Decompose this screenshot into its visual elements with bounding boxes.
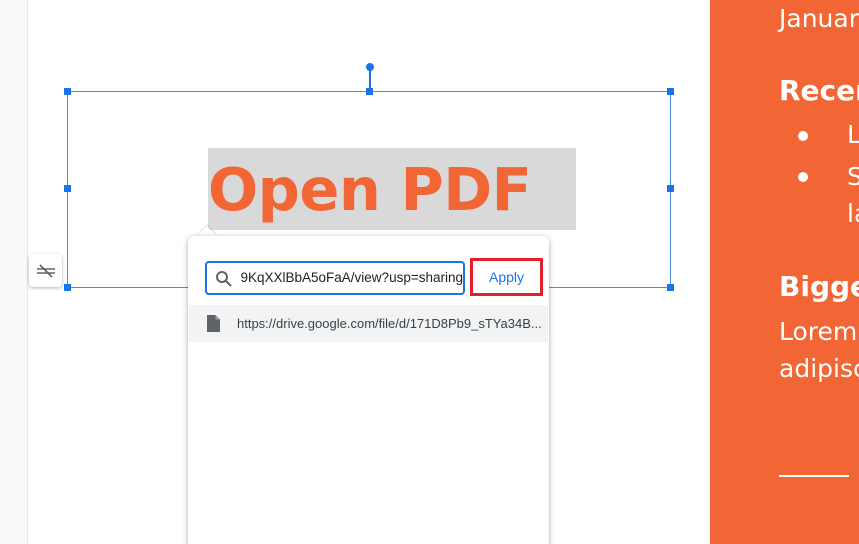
suggestion-url: https://drive.google.com/file/d/171D8Pb9… bbox=[237, 316, 542, 331]
file-icon bbox=[207, 315, 220, 332]
body-text-line: Lorem bbox=[779, 317, 858, 346]
right-panel: Januar Recer L S la Bigge Lorem adipisc bbox=[710, 0, 859, 544]
apply-button[interactable]: Apply bbox=[470, 258, 543, 296]
resize-handle-middle-right[interactable] bbox=[667, 185, 674, 192]
date-text: Januar bbox=[779, 4, 859, 33]
bullet-item-continued: la bbox=[847, 199, 859, 228]
body-text-line: adipisc bbox=[779, 354, 859, 383]
resize-handle-top-left[interactable] bbox=[64, 88, 71, 95]
rotate-handle[interactable] bbox=[366, 63, 374, 71]
bullet-item: L bbox=[847, 120, 859, 149]
bullet-dot bbox=[798, 172, 808, 182]
divider-rule bbox=[779, 475, 849, 477]
remove-link-button[interactable] bbox=[29, 254, 62, 287]
resize-handle-top-right[interactable] bbox=[667, 88, 674, 95]
link-url-input[interactable] bbox=[241, 263, 463, 293]
bullet-item: S bbox=[847, 162, 859, 191]
resize-handle-bottom-left[interactable] bbox=[64, 284, 71, 291]
search-icon bbox=[216, 271, 232, 287]
link-search-field[interactable] bbox=[205, 261, 465, 295]
resize-handle-bottom-right[interactable] bbox=[667, 284, 674, 291]
unlink-icon bbox=[36, 263, 55, 278]
link-suggestion-item[interactable]: https://drive.google.com/file/d/171D8Pb9… bbox=[189, 305, 548, 342]
left-gutter bbox=[0, 0, 28, 544]
recent-heading: Recer bbox=[779, 74, 859, 107]
resize-handle-middle-left[interactable] bbox=[64, 185, 71, 192]
bullet-dot bbox=[798, 131, 808, 141]
bigger-heading: Bigge bbox=[779, 270, 859, 303]
resize-handle-top-center[interactable] bbox=[366, 88, 373, 95]
